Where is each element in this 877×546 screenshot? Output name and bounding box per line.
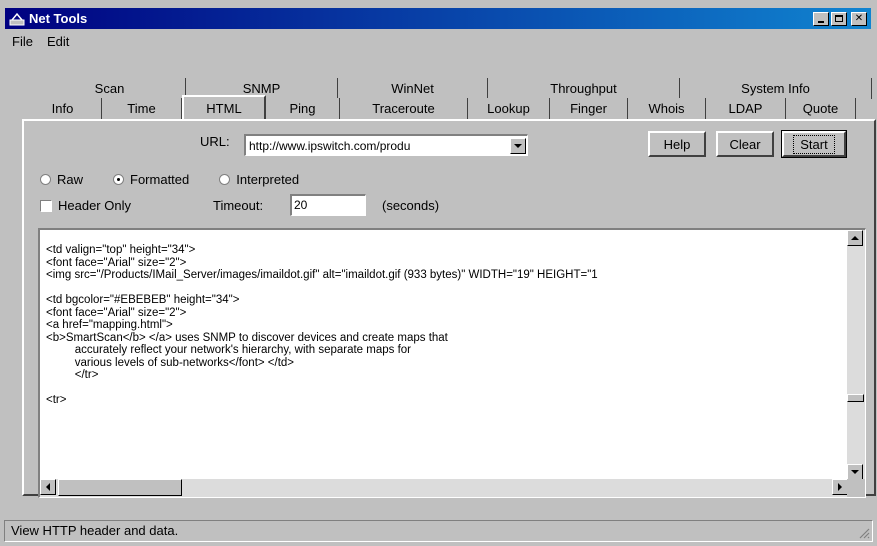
output-line: <td bgcolor="#EBEBEB" height="34"> (46, 294, 240, 306)
output-line: <font face="Arial" size="2"> (46, 256, 187, 269)
tab-row-lower: Info Time HTML Ping Traceroute Lookup Fi… (24, 95, 856, 119)
help-button[interactable]: Help (648, 131, 706, 157)
radio-formatted[interactable]: Formatted (113, 172, 189, 187)
arrow-up-icon (851, 236, 859, 240)
status-text: View HTTP header and data. (11, 523, 179, 538)
maximize-button[interactable] (831, 11, 847, 26)
url-combobox[interactable]: http://www.ipswitch.com/produ (244, 134, 528, 156)
radio-formatted-indicator[interactable] (113, 174, 125, 185)
scroll-right-button[interactable] (832, 479, 848, 495)
output-line: <td valign="top" height="34"> (46, 244, 196, 256)
output-line: <img src="/Products/IMail_Server/images/… (46, 269, 598, 281)
horizontal-scroll-thumb[interactable] (58, 479, 182, 496)
tab-system-info[interactable]: System Info (680, 78, 872, 99)
radio-raw[interactable]: Raw (40, 172, 83, 187)
html-output-textarea[interactable]: <td valign="top" height="34"> <font face=… (38, 228, 866, 498)
html-output-text: <td valign="top" height="34"> <font face=… (46, 244, 842, 407)
radio-raw-indicator[interactable] (40, 174, 51, 185)
radio-formatted-label: Formatted (130, 172, 190, 187)
timeout-label: Timeout: (213, 198, 264, 213)
timeout-input[interactable]: 20 (290, 194, 366, 216)
radio-raw-label: Raw (57, 172, 84, 187)
scroll-down-button[interactable] (847, 464, 863, 480)
tab-traceroute[interactable]: Traceroute (340, 98, 468, 119)
scroll-corner (847, 479, 865, 497)
clear-button[interactable]: Clear (716, 131, 774, 157)
tab-winnet[interactable]: WinNet (338, 78, 488, 99)
output-line: </tr> (46, 369, 99, 381)
tab-time[interactable]: Time (102, 98, 182, 119)
url-value[interactable]: http://www.ipswitch.com/produ (246, 139, 510, 153)
output-line: various levels of sub-networks</font> </… (46, 356, 295, 369)
header-only-checkbox[interactable]: Header Only (40, 198, 131, 213)
chevron-down-icon (514, 143, 522, 148)
arrow-right-icon (838, 483, 842, 491)
radio-interpreted[interactable]: Interpreted (219, 172, 299, 187)
url-dropdown-button[interactable] (510, 137, 526, 154)
output-line: accurately reflect your network's hierar… (46, 344, 412, 356)
radio-interpreted-indicator[interactable] (219, 174, 231, 185)
tab-ping[interactable]: Ping (266, 98, 340, 119)
title-bar[interactable]: Net Tools ✕ (5, 8, 871, 29)
tab-ldap[interactable]: LDAP (706, 98, 786, 119)
scroll-up-button[interactable] (847, 230, 863, 246)
menu-bar: File Edit (12, 34, 69, 54)
menu-file[interactable]: File (12, 34, 33, 54)
output-line: <tr> (46, 394, 67, 406)
header-only-label: Header Only (58, 198, 131, 213)
header-only-box[interactable] (40, 199, 52, 212)
tab-info[interactable]: Info (24, 98, 102, 119)
net-tools-window: Net Tools ✕ File Edit Scan SNMP WinNet T… (0, 0, 877, 546)
app-icon (9, 12, 25, 26)
close-button[interactable]: ✕ (851, 11, 867, 26)
tab-lookup[interactable]: Lookup (468, 98, 550, 119)
horizontal-scrollbar[interactable] (40, 479, 848, 497)
vertical-scrollbar[interactable] (847, 230, 865, 480)
tab-scan[interactable]: Scan (34, 78, 186, 99)
close-icon: ✕ (854, 12, 864, 24)
output-line: <b>SmartScan</b> </a> uses SNMP to disco… (46, 331, 448, 344)
window-title: Net Tools (29, 11, 88, 26)
tab-throughput[interactable]: Throughput (488, 78, 680, 99)
status-bar: View HTTP header and data. (4, 520, 873, 542)
minimize-icon (818, 20, 824, 23)
maximize-icon (835, 15, 843, 22)
tab-row-upper: Scan SNMP WinNet Throughput System Info (34, 78, 872, 99)
output-line: <a href="mapping.html"> (46, 319, 173, 331)
arrow-down-icon (851, 470, 859, 474)
tab-whois[interactable]: Whois (628, 98, 706, 119)
menu-edit[interactable]: Edit (47, 34, 69, 54)
tab-html[interactable]: HTML (182, 95, 266, 119)
scroll-left-button[interactable] (40, 479, 56, 495)
timeout-unit-label: (seconds) (382, 198, 440, 213)
tab-quote[interactable]: Quote (786, 98, 856, 119)
start-button-label: Start (793, 134, 835, 154)
url-label: URL: (200, 134, 230, 149)
radio-interpreted-label: Interpreted (236, 172, 300, 187)
minimize-button[interactable] (813, 11, 829, 26)
output-line: <font face="Arial" size="2"> (46, 306, 187, 319)
resize-grip-icon[interactable] (858, 527, 870, 539)
vertical-scroll-thumb[interactable] (847, 394, 864, 402)
start-button[interactable]: Start (781, 130, 847, 158)
arrow-left-icon (46, 483, 50, 491)
mode-radio-group: Raw Formatted Interpreted (40, 172, 329, 187)
tab-finger[interactable]: Finger (550, 98, 628, 119)
